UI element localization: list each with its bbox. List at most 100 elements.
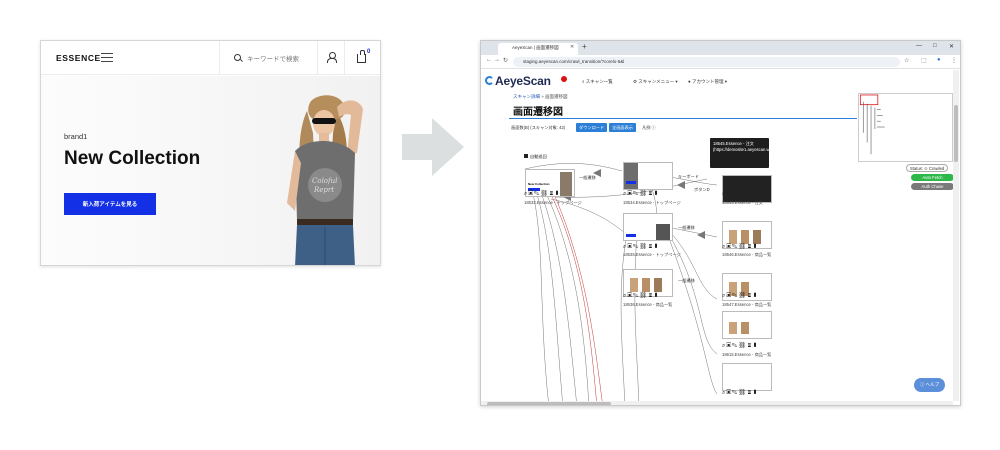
thumb-button [626,234,636,237]
url-field[interactable]: staging.aeyescan.com/crawl_transition/?c… [513,57,900,67]
transition-arrow-icon [402,118,464,176]
profile-icon[interactable]: ● [937,57,941,63]
notification-dot-icon [561,76,567,82]
search-box[interactable]: キーワードで検索 [219,41,318,75]
status-indicator: Status: ⊙ Crawled [906,164,949,172]
menu-account[interactable]: ● アカウント管理 ▾ [688,79,727,85]
graph-node-thumbnail[interactable] [722,175,772,203]
thumb-product [630,278,638,292]
menu-account-label: アカウント管理 ▾ [691,79,727,84]
graph-minimap[interactable] [858,93,953,162]
auto-fetch-toggle[interactable]: Auto Fetch [911,174,954,181]
app-logo-text[interactable]: AeyeScan [495,74,551,88]
graph-node-thumbnail[interactable] [623,162,673,190]
title-divider [509,118,857,119]
edge-label: ボタンD [694,187,710,192]
node-toolbar[interactable]: ⌕▣✎⛓♖▮ [623,191,659,198]
close-window-icon[interactable]: ✕ [949,43,954,50]
kebab-menu-icon[interactable]: ⋮ [951,57,957,64]
maximize-icon[interactable]: □ [933,43,937,49]
help-button[interactable]: ⓘ ヘルプ [914,378,945,392]
page-title: 画面遷移図 [513,107,563,118]
menu-icon[interactable] [101,53,113,62]
node-toolbar[interactable]: ⌕▣✎⛓♖▮ [623,244,659,251]
search-icon [234,54,241,61]
node-toolbar[interactable]: ⌕▣✎⛓♖▮ [623,293,659,300]
graph-node-thumbnail[interactable] [722,363,772,391]
search-placeholder: キーワードで検索 [247,56,299,63]
node-label: 18534.Essence - トップページ [623,200,681,205]
hero-subtitle: brand1 [64,132,88,141]
thumb-image [624,163,638,189]
fullscreen-button[interactable]: 全画面表示 [609,123,636,132]
node-toolbar[interactable]: ⌕▣✎⛓♖▮ [722,390,758,397]
node-label: 18535.Essence - トップページ [623,252,681,257]
header-divider [344,41,345,75]
browser-tab[interactable]: AeyeScan | 画面遷移図 ✕ [498,43,578,55]
breadcrumb-link[interactable]: スキャン詳細 [513,94,540,99]
node-label: 18547.Essence - 商品一覧 [722,302,772,307]
cart-icon[interactable] [357,50,366,63]
node-label: 18545.Essence - 注文 [722,200,763,205]
hero-banner: brand1 New Collection 新入荷アイテムを見る Coloful… [41,76,380,265]
tab-close-icon[interactable]: ✕ [570,44,574,50]
node-label: 18536.Essence - 商品一覧 [623,302,673,307]
menu-scan-menu-label: スキャンメニュー ▾ [638,79,678,84]
edge-label: 一般遷移 [678,278,695,283]
node-tooltip: 18545.Essence - 注文 (https://demosite1.ae… [710,138,805,168]
thumb-product [642,278,650,292]
svg-text:Coloful: Coloful [312,177,337,185]
node-toolbar[interactable]: ⌕▣✎⛓♖▮ [722,191,758,198]
shop-header: ESSENCE キーワードで検索 0 [41,41,380,75]
legend-link[interactable]: 凡例 ⓘ [642,125,656,131]
browser-window: AeyeScan | 画面遷移図 ✕ + — □ ✕ ← → ↻ staging… [480,40,961,406]
start-node-label: 自動巡回 [524,154,547,160]
url-text: staging.aeyescan.com/crawl_transition/?c… [523,59,625,64]
reload-icon[interactable]: ↻ [503,57,508,64]
download-button[interactable]: ダウンロード [576,123,608,132]
thumb-product [753,230,761,244]
node-label: 18533.Essence - トップページ [524,200,582,205]
thumb-product [741,230,749,244]
edge-label: キーボード [678,174,699,179]
thumb-product [729,322,737,334]
graph-node-thumbnail[interactable] [722,311,772,339]
forward-icon[interactable]: → [494,57,500,63]
extensions-icon[interactable]: ⬚ [921,57,927,64]
shop-page-screenshot: ESSENCE キーワードで検索 0 brand1 New Collection… [40,40,381,266]
svg-text:Reprt: Reprt [313,186,334,194]
horizontal-scrollbar[interactable] [481,401,953,405]
auth-chase-toggle[interactable]: Auth Chase [911,183,954,190]
vertical-scrollbar[interactable] [953,70,959,401]
minimize-icon[interactable]: — [916,43,922,49]
scroll-thumb[interactable] [954,105,958,162]
shop-logo[interactable]: ESSENCE [56,53,101,63]
thumb-button [626,181,636,184]
node-toolbar[interactable]: ⌕▣✎⛓♖▮ [722,244,758,251]
cart-count-badge: 0 [367,49,371,55]
back-icon[interactable]: ← [486,57,492,63]
menu-scan-list[interactable]: ⌕ スキャン一覧 [582,79,613,85]
user-icon[interactable] [327,52,337,63]
thumb-model [560,172,572,196]
browser-tabbar: AeyeScan | 画面遷移図 ✕ + — □ ✕ [481,41,960,55]
bookmark-star-icon[interactable]: ☆ [904,57,909,64]
menu-scan-menu[interactable]: ⚙ スキャンメニュー ▾ [633,79,678,85]
graph-node-thumbnail[interactable] [623,213,673,241]
scroll-thumb[interactable] [487,402,611,405]
node-toolbar[interactable]: ⌕▣✎⛓♖▮ [524,191,560,198]
node-toolbar[interactable]: ⌕▣✎⛓♖▮ [722,343,758,350]
menu-scan-list-label: スキャン一覧 [585,79,613,84]
thumb-image [656,224,670,240]
breadcrumb: スキャン詳細 » 画面遷移図 [513,94,568,99]
new-tab-icon[interactable]: + [582,42,587,51]
breadcrumb-current: 画面遷移図 [545,94,568,99]
aeyescan-logo-icon [485,76,494,85]
new-arrivals-button[interactable]: 新入荷アイテムを見る [64,193,156,215]
node-toolbar[interactable]: ⌕▣✎⛓♖▮ [722,293,758,300]
edge-label: 一般遷移 [579,175,596,180]
thumb-product [741,322,749,334]
hero-title: New Collection [64,148,201,169]
thumb-title: New Collection [528,182,550,186]
node-label: 18546.Essence - 商品一覧 [722,252,772,257]
